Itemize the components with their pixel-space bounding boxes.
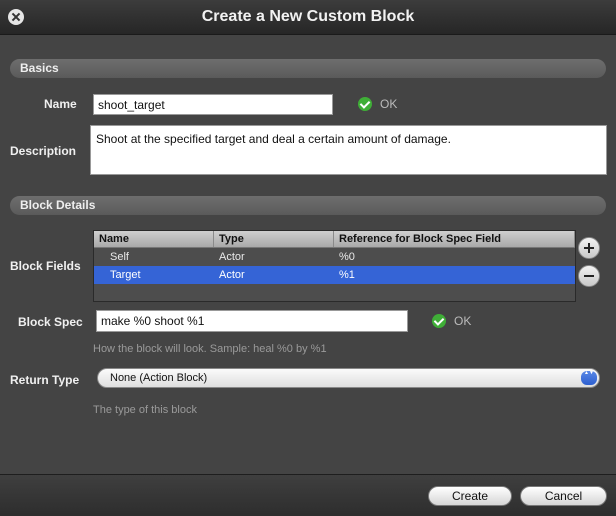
block-details-section-header: Block Details: [10, 196, 606, 215]
table-cell: %0: [339, 251, 355, 263]
dialog-window: Create a New Custom Block Basics Name OK…: [0, 0, 616, 516]
basics-section-title: Basics: [20, 61, 59, 75]
check-circle-icon: [432, 314, 446, 328]
table-row[interactable]: Self Actor %0: [94, 248, 575, 266]
block-spec-hint: How the block will look. Sample: heal %0…: [93, 343, 327, 355]
add-field-button[interactable]: [578, 237, 600, 259]
description-field[interactable]: Shoot at the specified target and deal a…: [90, 125, 607, 175]
window-title: Create a New Custom Block: [201, 8, 415, 25]
table-row-selected[interactable]: Target Actor %1: [94, 266, 575, 284]
name-status-text: OK: [380, 97, 398, 111]
block-details-section-title: Block Details: [20, 198, 96, 212]
table-cell: Target: [110, 269, 141, 281]
block-spec-label: Block Spec: [18, 315, 83, 329]
return-type-label: Return Type: [10, 373, 80, 387]
name-status: OK: [358, 97, 397, 111]
block-spec-status-text: OK: [454, 314, 472, 328]
table-cell: %1: [339, 269, 355, 281]
return-type-value: None (Action Block): [110, 372, 208, 384]
block-spec-status: OK: [432, 314, 471, 328]
block-fields-table[interactable]: Name Type Reference for Block Spec Field…: [93, 230, 576, 302]
check-circle-icon: [358, 97, 372, 111]
block-fields-label: Block Fields: [10, 259, 81, 273]
column-header-reference[interactable]: Reference for Block Spec Field: [334, 231, 575, 247]
table-cell: Self: [110, 251, 129, 263]
table-header: Name Type Reference for Block Spec Field: [94, 231, 575, 248]
column-header-name[interactable]: Name: [94, 231, 214, 247]
table-cell: Actor: [219, 269, 245, 281]
cancel-button[interactable]: Cancel: [520, 486, 607, 506]
create-button[interactable]: Create: [428, 486, 512, 506]
return-type-hint: The type of this block: [93, 404, 197, 416]
column-header-type[interactable]: Type: [214, 231, 334, 247]
table-cell: Actor: [219, 251, 245, 263]
remove-field-button[interactable]: [578, 265, 600, 287]
return-type-select[interactable]: None (Action Block): [97, 368, 600, 388]
description-label: Description: [10, 144, 77, 158]
dialog-footer: Create Cancel: [0, 474, 616, 516]
name-label: Name: [44, 97, 77, 111]
block-spec-input[interactable]: [96, 310, 408, 332]
chevron-updown-icon: [581, 369, 597, 385]
name-input[interactable]: [93, 94, 333, 115]
title-bar: Create a New Custom Block: [0, 0, 616, 35]
basics-section-header: Basics: [10, 59, 606, 78]
